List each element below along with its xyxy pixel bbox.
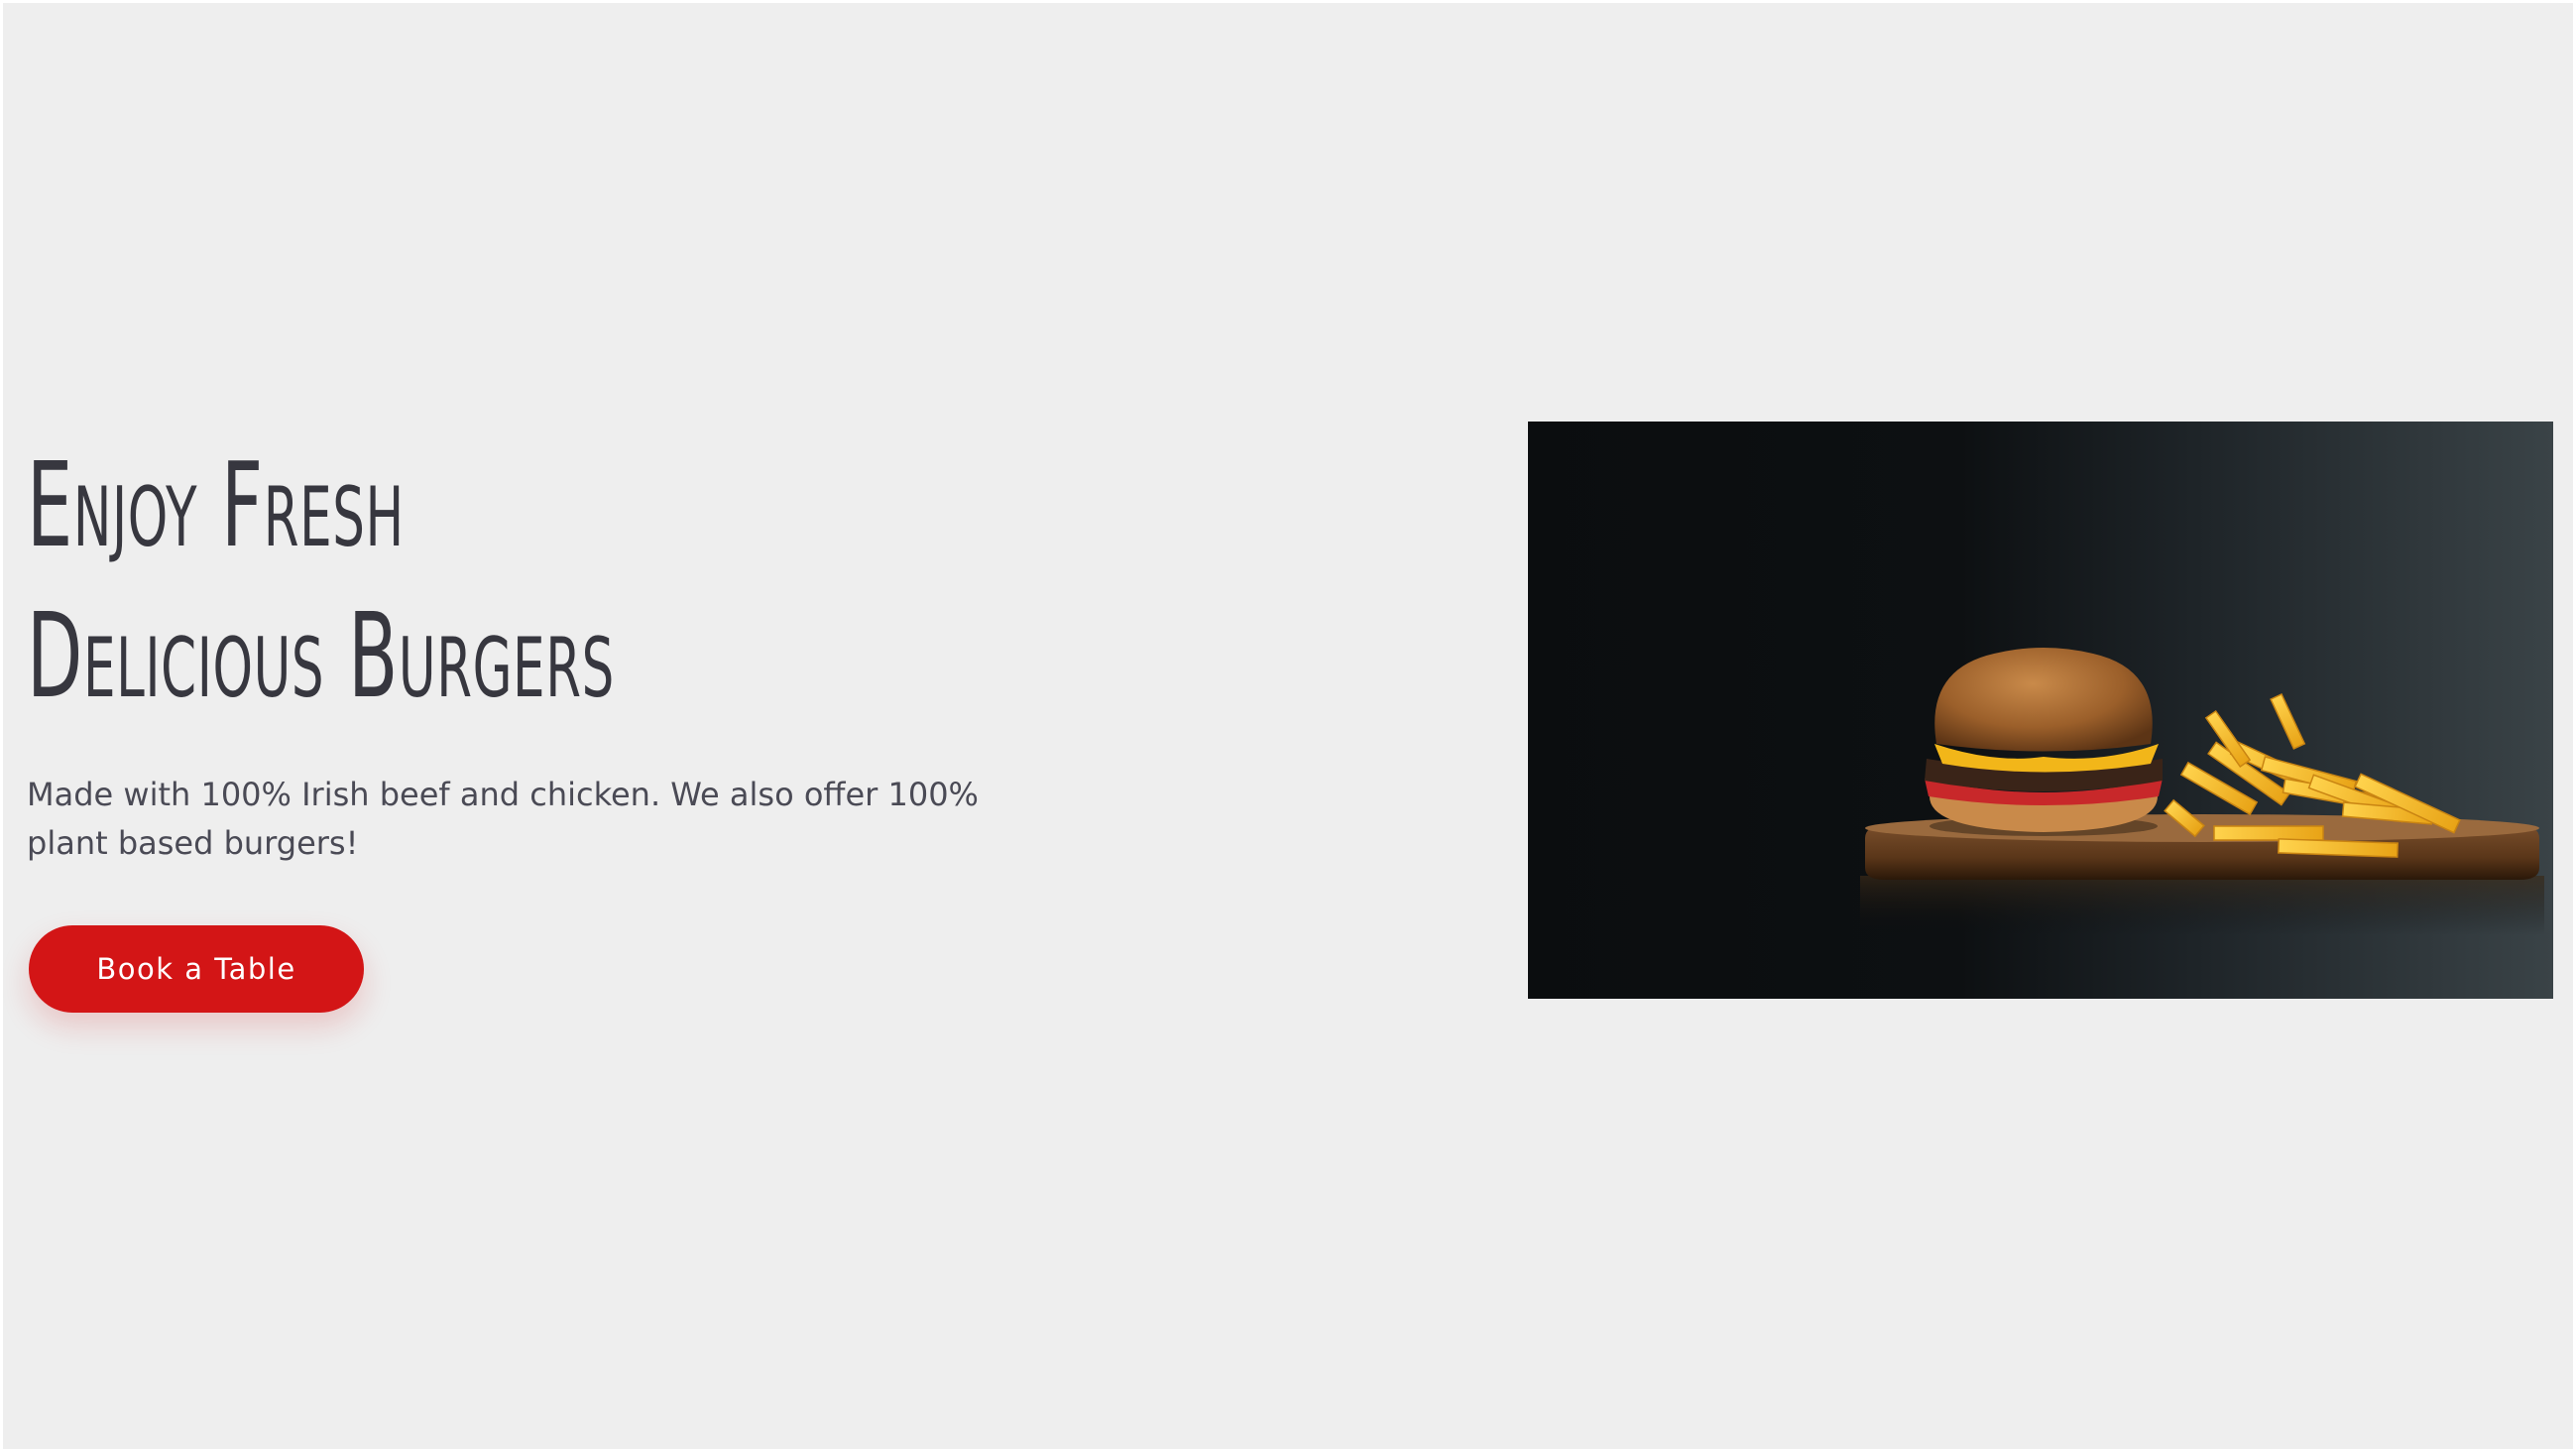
page-background: Enjoy Fresh Delicious Burgers Made with … <box>3 3 2573 1449</box>
hero-title-line-2: Delicious Burgers <box>27 587 615 724</box>
burger <box>1925 648 2163 836</box>
hero-title-line-1: Enjoy Fresh <box>27 436 405 573</box>
hero-text-block: Enjoy Fresh Delicious Burgers Made with … <box>27 429 1117 868</box>
book-table-button[interactable]: Book a Table <box>29 925 364 1013</box>
hero-title: Enjoy Fresh Delicious Burgers <box>27 429 703 731</box>
board-reflection <box>1860 876 2544 935</box>
burger-fries-illustration <box>1860 648 2544 935</box>
hero-subtitle: Made with 100% Irish beef and chicken. W… <box>27 776 979 862</box>
burger-fries-photo <box>1528 422 2553 999</box>
